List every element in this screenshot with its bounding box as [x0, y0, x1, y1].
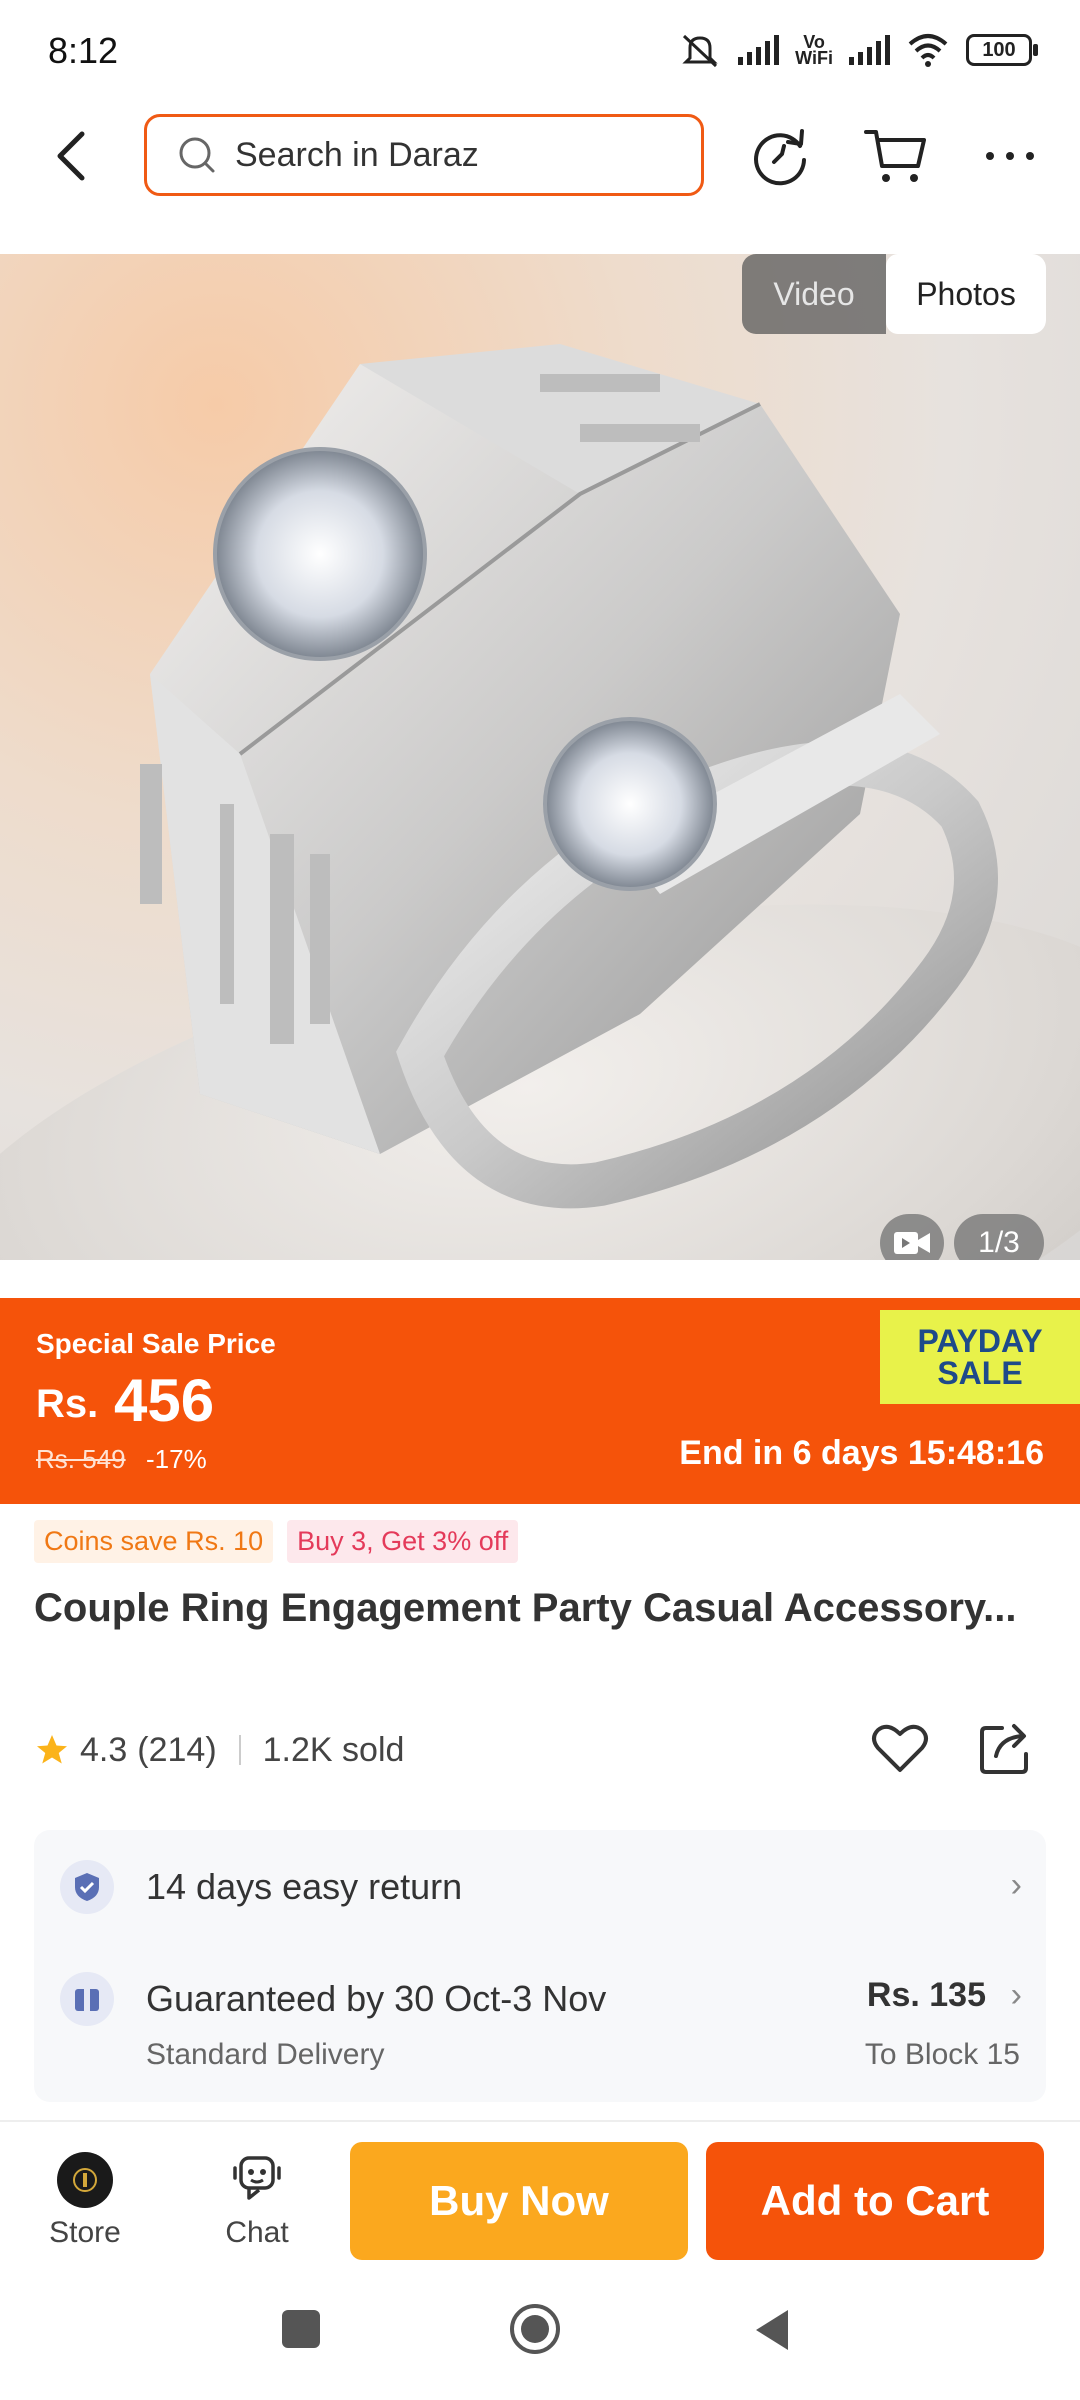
status-icons: Vo WiFi 100: [678, 28, 1038, 72]
home-circle-icon: [510, 2304, 560, 2354]
star-icon: [37, 1735, 67, 1764]
video-camera-icon: [894, 1232, 930, 1254]
vowifi-icon: Vo WiFi: [795, 32, 833, 68]
return-shield-icon: [60, 1860, 114, 1914]
more-options-button[interactable]: [980, 124, 1040, 188]
signal-icon-2: [849, 35, 890, 65]
store-button[interactable]: Store: [30, 2152, 140, 2262]
tab-photos[interactable]: Photos: [886, 254, 1046, 334]
price-value: 456: [114, 1367, 215, 1434]
delivery-destination: To Block 15: [864, 2038, 1020, 2071]
product-image-rings: [140, 344, 998, 1209]
product-image-gallery[interactable]: Video Photos 1/3: [0, 254, 1080, 1260]
bottom-action-bar: Store Chat Buy Now Add to Cart: [0, 2120, 1080, 2282]
divider: [238, 1735, 241, 1765]
triangle-back-icon: [756, 2310, 788, 2350]
chat-label: Chat: [225, 2216, 289, 2249]
return-policy-row[interactable]: 14 days easy return: [146, 1866, 462, 1908]
cart-icon: [864, 130, 926, 182]
share-button[interactable]: [974, 1716, 1038, 1780]
system-back-button[interactable]: [752, 2308, 792, 2352]
delivery-price: Rs. 135: [866, 1976, 986, 2014]
delivery-title[interactable]: Guaranteed by 30 Oct-3 Nov: [146, 1978, 606, 2020]
wishlist-button[interactable]: [868, 1716, 932, 1780]
chevron-right-icon: ›: [1010, 1866, 1022, 1904]
store-label: Store: [49, 2216, 121, 2249]
system-navigation-bar: [0, 2280, 1080, 2400]
service-card: 14 days easy return › Guaranteed by 30 O…: [34, 1830, 1046, 2102]
wifi-icon: [908, 34, 948, 67]
chevron-right-icon: ›: [1010, 1976, 1022, 2014]
search-placeholder: Search in Daraz: [235, 135, 479, 174]
delivery-type: Standard Delivery: [146, 2038, 385, 2071]
product-title: Couple Ring Engagement Party Casual Acce…: [34, 1586, 1017, 1630]
more-icon: [986, 152, 1034, 160]
chat-icon: [233, 2156, 281, 2200]
home-button[interactable]: [508, 2302, 562, 2356]
battery-icon: 100: [966, 34, 1038, 66]
sale-banner: Special Sale Price Rs. 456 Rs. 549 -17% …: [0, 1298, 1080, 1504]
review-count: (214): [137, 1730, 217, 1769]
status-time: 8:12: [48, 30, 119, 71]
tab-video[interactable]: Video: [742, 254, 886, 334]
status-bar: 8:12 Vo WiFi 100: [0, 0, 1080, 100]
share-icon: [980, 1724, 1028, 1774]
price-currency: Rs.: [36, 1382, 99, 1426]
sold-count: 1.2K sold: [262, 1730, 405, 1769]
sale-label: Special Sale Price: [36, 1328, 276, 1359]
original-price: Rs. 549: [36, 1444, 126, 1474]
add-to-cart-button[interactable]: Add to Cart: [706, 2142, 1044, 2260]
history-button[interactable]: [748, 124, 812, 188]
buy3-tag[interactable]: Buy 3, Get 3% off: [287, 1520, 519, 1563]
promo-tags: Coins save Rs. 10 Buy 3, Get 3% off: [34, 1520, 519, 1563]
image-counter: 1/3: [954, 1214, 1044, 1260]
signal-icon: [738, 35, 780, 65]
video-button[interactable]: [880, 1214, 944, 1260]
sale-countdown: End in 6 days 15:48:16: [679, 1434, 1044, 1472]
refresh-icon: [754, 129, 806, 186]
back-arrow-icon: [57, 131, 85, 181]
mute-icon: [682, 34, 718, 68]
discount-percent: -17%: [146, 1444, 207, 1474]
buy-now-button[interactable]: Buy Now: [350, 2142, 688, 2260]
cart-button[interactable]: [862, 124, 930, 188]
recents-button[interactable]: [282, 2310, 320, 2348]
search-icon: [179, 137, 215, 173]
search-input[interactable]: Search in Daraz: [144, 114, 704, 196]
delivery-box-icon: [60, 1972, 114, 2026]
coins-tag[interactable]: Coins save Rs. 10: [34, 1520, 274, 1563]
back-button[interactable]: [44, 126, 104, 186]
rating-row[interactable]: 4.3 (214) 1.2K sold: [34, 1722, 404, 1778]
media-toggle: Video Photos: [742, 254, 1046, 334]
store-logo-icon: [57, 2152, 113, 2208]
header: Search in Daraz: [0, 100, 1080, 220]
payday-sale-badge: PAYDAY SALE: [880, 1310, 1080, 1404]
chat-button[interactable]: Chat: [202, 2152, 312, 2262]
heart-icon: [872, 1724, 928, 1772]
rating-value: 4.3: [80, 1730, 128, 1769]
